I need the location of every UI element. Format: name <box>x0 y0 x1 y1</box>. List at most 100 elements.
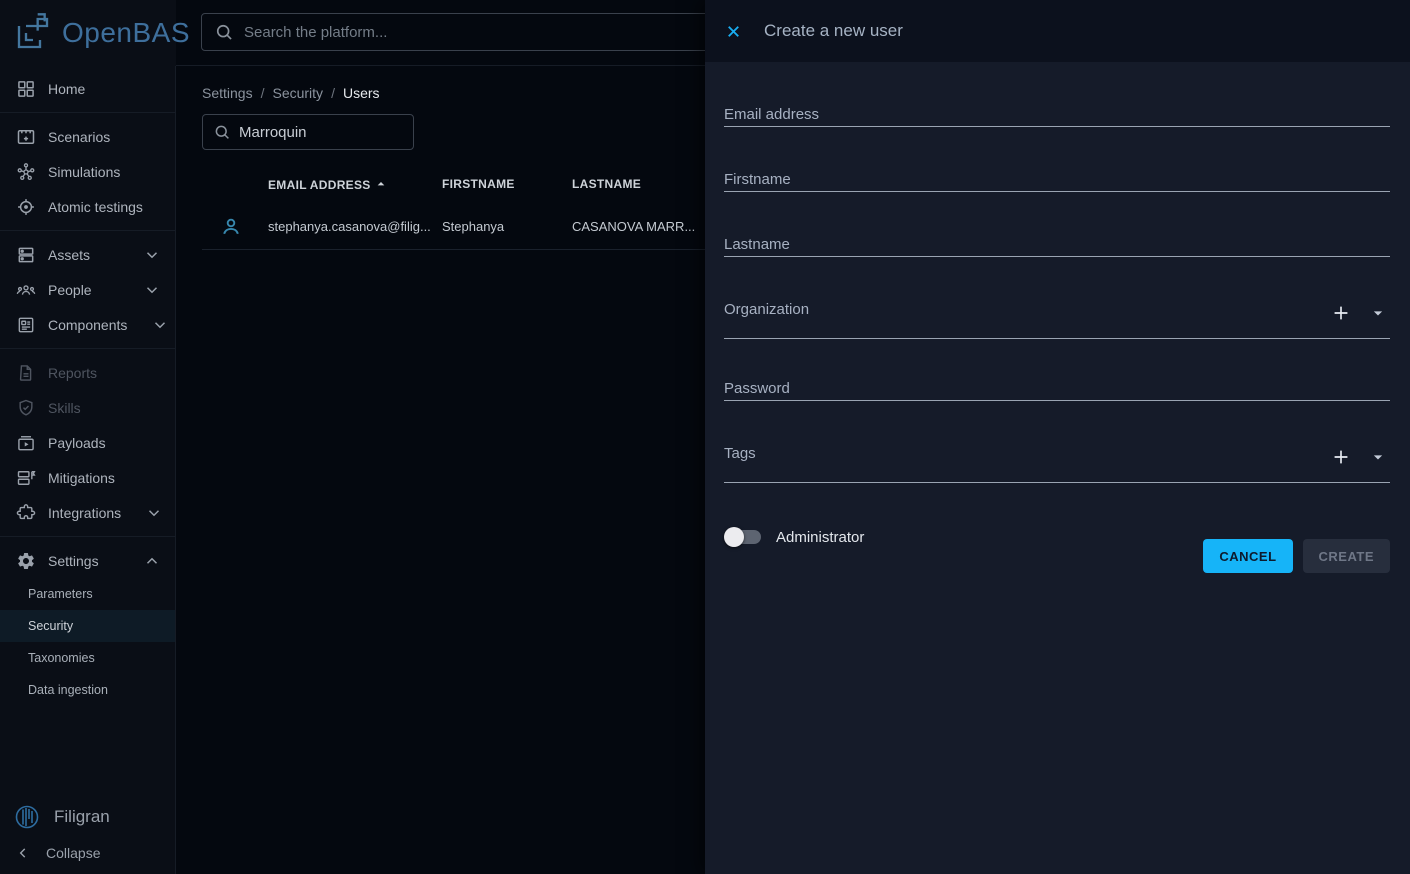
sidebar-item-label: Atomic testings <box>48 199 143 215</box>
sidebar-subitem-parameters[interactable]: Parameters <box>0 578 175 610</box>
sidebar-item-label: Integrations <box>48 505 121 521</box>
collapse-label: Collapse <box>46 845 100 861</box>
sidebar-item-label: Assets <box>48 247 90 263</box>
sidebar-item-mitigations[interactable]: Mitigations <box>0 460 175 495</box>
breadcrumb-settings[interactable]: Settings <box>202 85 253 101</box>
sidebar-item-label: Components <box>48 317 127 333</box>
sidebar-subitem-taxonomies[interactable]: Taxonomies <box>0 642 175 674</box>
tags-field[interactable]: Tags <box>724 445 1390 483</box>
cancel-button[interactable]: CANCEL <box>1203 539 1292 573</box>
lastname-field[interactable]: Lastname <box>724 236 1390 257</box>
movie-icon <box>16 127 36 147</box>
sidebar-item-payloads[interactable]: Payloads <box>0 425 175 460</box>
stacked-rows-icon <box>16 468 36 488</box>
divider <box>0 230 175 231</box>
organization-field-label: Organization <box>724 301 809 318</box>
article-icon <box>16 315 36 335</box>
drawer-header: Create a new user <box>705 0 1410 62</box>
sidebar-item-label: Home <box>48 81 85 97</box>
breadcrumb-separator: / <box>331 85 335 101</box>
sidebar-item-label: Payloads <box>48 435 106 451</box>
platform-search-input[interactable] <box>244 24 728 41</box>
sidebar-item-label: People <box>48 282 92 298</box>
sidebar-subitem-label: Data ingestion <box>28 683 108 697</box>
app-title: OpenBAS <box>62 17 190 49</box>
platform-search[interactable] <box>201 13 741 51</box>
openbas-logo-icon <box>12 12 54 54</box>
sidebar-subitem-security[interactable]: Security <box>0 610 175 642</box>
file-icon <box>16 363 36 383</box>
email-field[interactable]: Email address <box>724 106 1390 127</box>
administrator-toggle[interactable]: Administrator <box>724 524 864 550</box>
sidebar-subitem-label: Taxonomies <box>28 651 95 665</box>
sidebar-item-people[interactable]: People <box>0 272 175 307</box>
sidebar-item-atomic-testings[interactable]: Atomic testings <box>0 189 175 224</box>
sidebar-item-integrations[interactable]: Integrations <box>0 495 175 530</box>
filigran-logo-icon <box>14 804 40 830</box>
sidebar-subitem-label: Security <box>28 619 73 633</box>
header-firstname[interactable]: FIRSTNAME <box>442 177 572 191</box>
sidebar-item-home[interactable]: Home <box>0 71 175 106</box>
filigran-link[interactable]: Filigran <box>0 796 175 838</box>
close-icon[interactable] <box>719 17 747 45</box>
sidebar-subitem-data-ingestion[interactable]: Data ingestion <box>0 674 175 706</box>
password-field[interactable]: Password <box>724 380 1390 401</box>
cell-firstname: Stephanya <box>442 219 572 234</box>
users-filter[interactable] <box>202 114 414 150</box>
lastname-field-label: Lastname <box>724 236 790 253</box>
collapse-button[interactable]: Collapse <box>0 838 175 868</box>
chevron-up-icon <box>143 552 161 570</box>
puzzle-icon <box>16 503 36 523</box>
administrator-toggle-label: Administrator <box>776 529 864 546</box>
sidebar-footer: Filigran Collapse <box>0 796 175 874</box>
add-tag-icon[interactable] <box>1330 446 1352 468</box>
add-organization-icon[interactable] <box>1330 302 1352 324</box>
toggle-thumb[interactable] <box>724 527 744 547</box>
dns-icon <box>16 245 36 265</box>
app-logo[interactable]: OpenBAS <box>0 0 176 66</box>
breadcrumb-separator: / <box>261 85 265 101</box>
organization-dropdown-icon[interactable] <box>1368 303 1388 323</box>
sidebar-item-label: Reports <box>48 365 97 381</box>
sidebar: OpenBAS Home Scenarios <box>0 0 176 874</box>
sidebar-item-label: Skills <box>48 400 81 416</box>
organization-field[interactable]: Organization <box>724 301 1390 339</box>
hub-icon <box>16 162 36 182</box>
sidebar-item-scenarios[interactable]: Scenarios <box>0 119 175 154</box>
table-header-row: EMAIL ADDRESS FIRSTNAME LASTNAME <box>202 164 762 204</box>
firstname-field[interactable]: Firstname <box>724 171 1390 192</box>
header-email-address[interactable]: EMAIL ADDRESS <box>268 176 442 192</box>
cell-email: stephanya.casanova@filig... <box>268 219 442 234</box>
sidebar-subitem-label: Parameters <box>28 587 93 601</box>
password-field-label: Password <box>724 380 790 397</box>
create-user-drawer: Create a new user Email address Firstnam… <box>705 0 1410 874</box>
sidebar-item-settings[interactable]: Settings <box>0 543 175 578</box>
sidebar-item-label: Mitigations <box>48 470 115 486</box>
sidebar-item-components[interactable]: Components <box>0 307 175 342</box>
gear-icon <box>16 551 36 571</box>
chevron-left-icon <box>16 846 30 860</box>
breadcrumb-users: Users <box>343 85 380 101</box>
drawer-title: Create a new user <box>764 21 903 41</box>
subscriptions-icon <box>16 433 36 453</box>
sidebar-item-reports: Reports <box>0 355 175 390</box>
sidebar-item-simulations[interactable]: Simulations <box>0 154 175 189</box>
shield-check-icon <box>16 398 36 418</box>
sidebar-item-label: Simulations <box>48 164 120 180</box>
users-filter-input[interactable] <box>239 124 403 141</box>
users-table: EMAIL ADDRESS FIRSTNAME LASTNAME stephan… <box>202 164 762 250</box>
tags-dropdown-icon[interactable] <box>1368 447 1388 467</box>
sort-asc-icon <box>373 176 389 192</box>
breadcrumb-security[interactable]: Security <box>272 85 323 101</box>
chevron-down-icon <box>143 246 161 264</box>
toggle-track[interactable] <box>727 530 761 544</box>
target-icon <box>16 197 36 217</box>
chevron-down-icon <box>151 316 169 334</box>
chevron-down-icon <box>143 281 161 299</box>
sidebar-item-assets[interactable]: Assets <box>0 237 175 272</box>
sidebar-item-skills: Skills <box>0 390 175 425</box>
divider <box>0 536 175 537</box>
table-row[interactable]: stephanya.casanova@filig... Stephanya CA… <box>202 204 762 250</box>
create-button[interactable]: CREATE <box>1303 539 1390 573</box>
person-icon <box>202 215 268 239</box>
